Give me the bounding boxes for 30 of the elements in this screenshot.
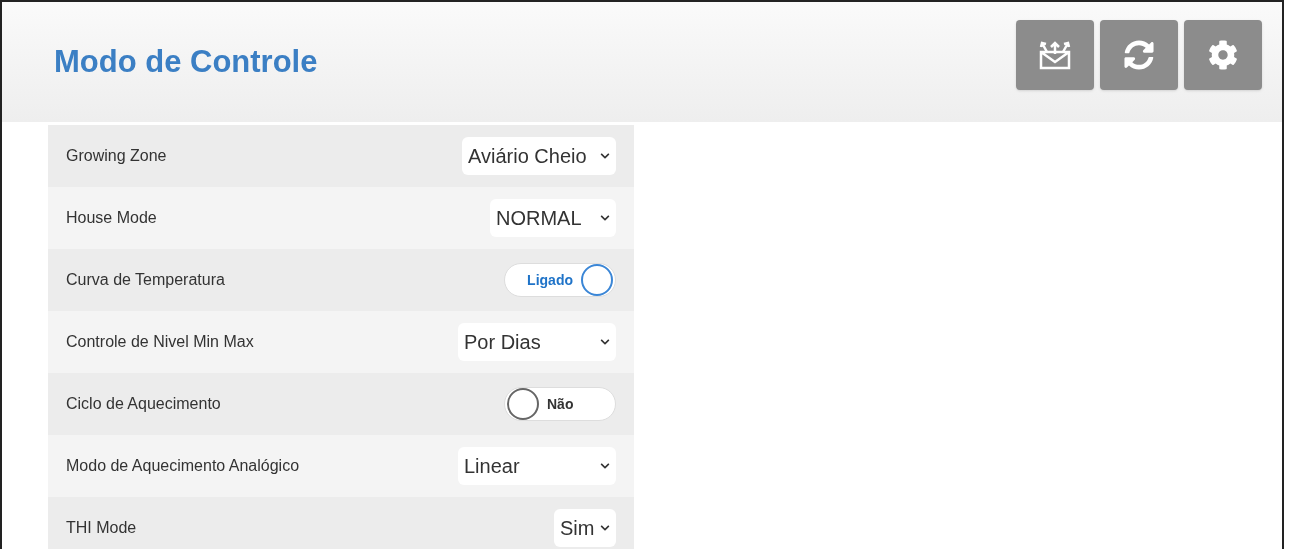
toggle-knob — [581, 264, 613, 296]
setting-label: THI Mode — [66, 518, 137, 538]
toggle-switch[interactable]: Ligado — [504, 263, 616, 297]
dropdown[interactable]: Linear — [458, 447, 616, 485]
page-title: Modo de Controle — [54, 42, 318, 81]
chevron-icon — [600, 337, 610, 347]
settings-button[interactable] — [1184, 20, 1262, 90]
toggle-label: Ligado — [527, 270, 573, 290]
dropdown[interactable]: NORMAL — [490, 199, 616, 237]
chevron-icon — [600, 523, 610, 533]
toggle-label: Não — [547, 394, 574, 414]
dropdown[interactable]: Sim — [554, 509, 616, 547]
setting-label: Controle de Nivel Min Max — [66, 332, 254, 352]
toggle-switch[interactable]: Não — [504, 387, 616, 421]
setting-label: Ciclo de Aquecimento — [66, 394, 221, 414]
setting-label: Curva de Temperatura — [66, 270, 225, 290]
setting-label: Modo de Aquecimento Analógico — [66, 456, 300, 476]
toggle-knob — [507, 388, 539, 420]
settings-icon — [1208, 40, 1238, 70]
chevron-icon — [600, 151, 610, 161]
refresh-button[interactable] — [1100, 20, 1178, 90]
chevron-icon — [600, 213, 610, 223]
envelope-arrows-icon — [1037, 40, 1073, 70]
dropdown[interactable]: Por Dias — [458, 323, 616, 361]
refresh-icon — [1124, 40, 1154, 70]
setting-label: Growing Zone — [66, 146, 167, 166]
chevron-icon — [600, 461, 610, 471]
dropdown[interactable]: Aviário Cheio — [462, 137, 616, 175]
setting-label: House Mode — [66, 208, 157, 228]
send-button[interactable] — [1016, 20, 1094, 90]
